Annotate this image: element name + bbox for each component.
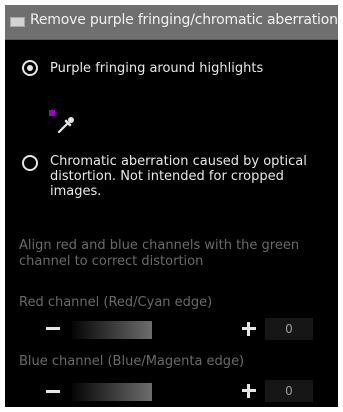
blue-plus-button[interactable]	[242, 384, 256, 398]
purple-fringing-label: Purple fringing around highlights	[50, 61, 264, 76]
enable-checkbox[interactable]	[10, 17, 25, 27]
red-plus-button[interactable]	[242, 322, 256, 336]
blue-channel-slider[interactable]	[72, 383, 152, 401]
chromatic-aberration-label: Chromatic aberration caused by optical d…	[50, 154, 307, 199]
fringe-color-swatch[interactable]	[49, 110, 55, 116]
purple-fringing-radio[interactable]	[22, 60, 38, 76]
red-minus-button[interactable]	[46, 327, 60, 330]
chromatic-aberration-panel: Remove purple fringing/chromatic aberrat…	[5, 5, 338, 407]
red-channel-label: Red channel (Red/Cyan edge)	[19, 295, 213, 310]
red-channel-slider[interactable]	[72, 321, 152, 339]
panel-title: Remove purple fringing/chromatic aberrat…	[30, 12, 338, 28]
chromatic-aberration-radio[interactable]	[22, 155, 38, 171]
blue-minus-button[interactable]	[46, 390, 60, 393]
eyedropper-icon[interactable]	[56, 115, 76, 135]
blue-value-field[interactable]: 0	[265, 380, 313, 402]
blue-channel-label: Blue channel (Blue/Magenta edge)	[19, 354, 245, 369]
info-text: Align red and blue channels with the gre…	[19, 238, 300, 269]
panel-header[interactable]: Remove purple fringing/chromatic aberrat…	[5, 5, 338, 40]
red-value-field[interactable]: 0	[265, 318, 313, 340]
